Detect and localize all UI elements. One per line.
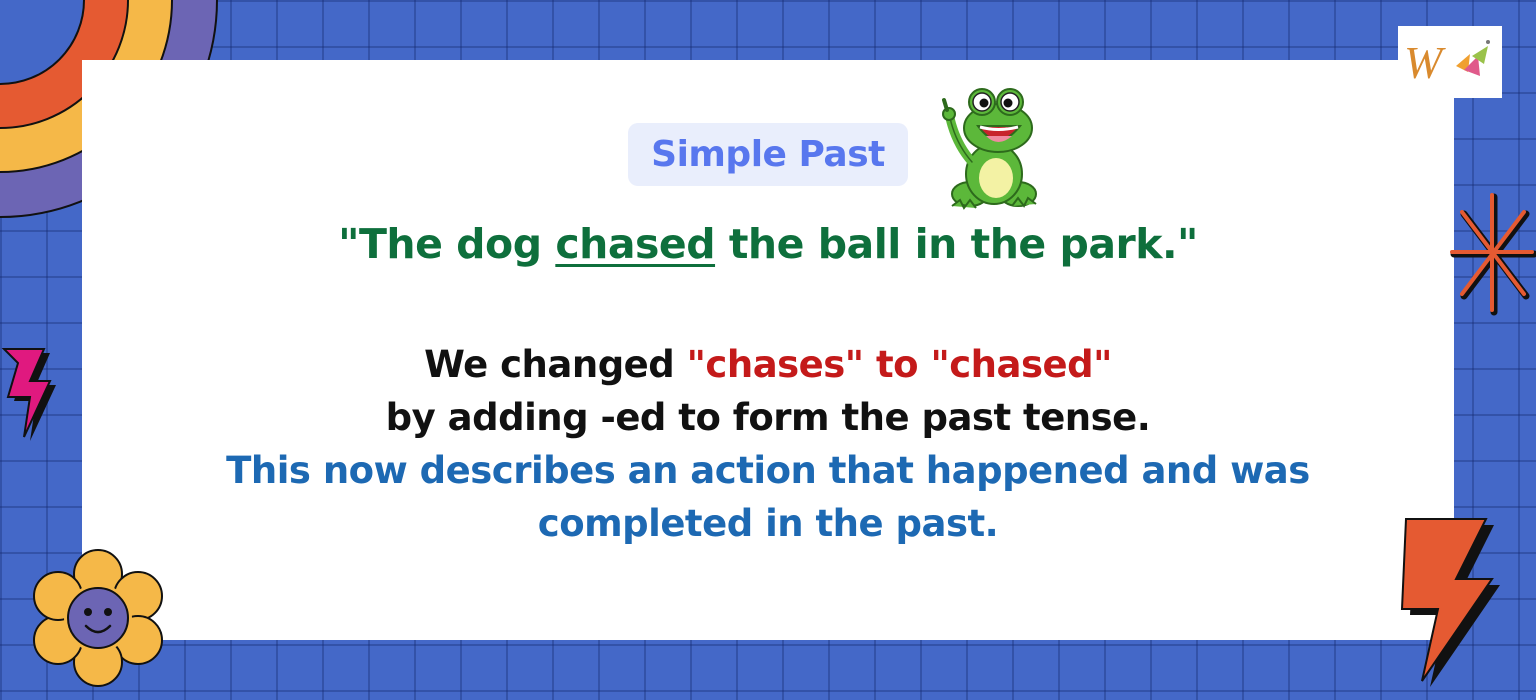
topic-badge: Simple Past [628,123,908,186]
sentence-start: "The dog [338,220,556,268]
lightning-bolt-left-icon [1,348,56,441]
explanation-line-1-prefix: We changed [424,343,687,386]
sentence-end: the ball in the park." [715,220,1199,268]
svg-text:W: W [1404,37,1446,88]
explanation-highlight: "chases" to "chased" [686,343,1113,386]
example-sentence: "The dog chased the ball in the park." [82,220,1454,268]
logo-mark-icon: W [1404,37,1490,88]
topic-badge-label: Simple Past [651,134,885,175]
asterisk-star-icon [1450,193,1536,316]
explanation-line-2: by adding -ed to form the past tense. [385,396,1151,439]
frog-mascot-icon [942,88,1037,210]
explanation-line-1: We changed "chases" to "chased" [82,343,1454,386]
w-brand-logo: W [1398,26,1502,98]
sentence-verb: chased [555,220,716,268]
smiling-flower-icon [33,549,163,687]
explanation-line-4: completed in the past. [537,502,999,545]
explanation-line-3: This now describes an action that happen… [226,449,1310,492]
